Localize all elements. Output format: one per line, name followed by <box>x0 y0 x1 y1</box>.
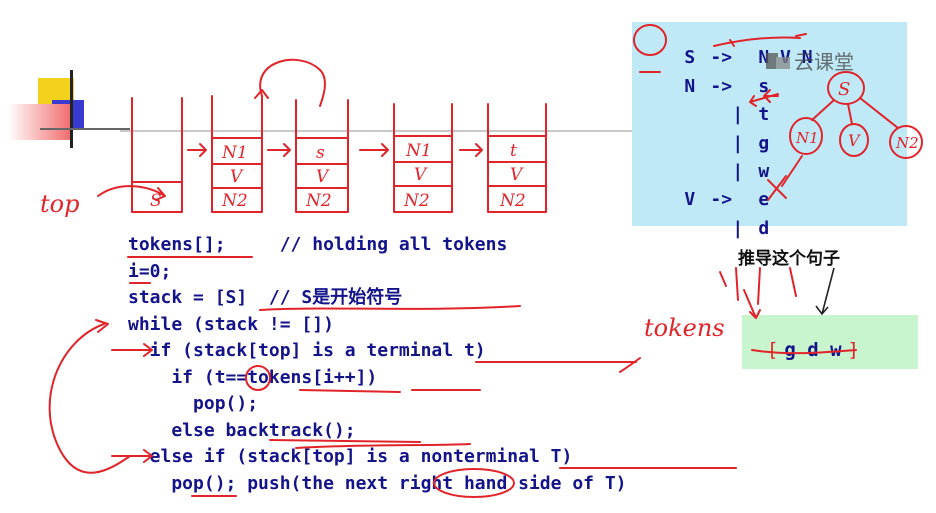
frame-3-cell: s <box>316 143 325 163</box>
frame-5-cell: N2 <box>499 191 526 211</box>
tree-root: S <box>838 79 850 100</box>
stack-frames-sketch <box>97 58 547 213</box>
ink-annotations: top S N1 V N2 s V N2 N1 V N2 t V N2 S N1… <box>40 24 923 498</box>
frame-2-cell: V <box>230 167 244 187</box>
frame-4-cell: V <box>414 165 428 185</box>
frame-2-cell: N2 <box>221 191 248 211</box>
frame-5-cell: t <box>510 141 517 161</box>
stack-frame-contents: S N1 V N2 s V N2 N1 V N2 t V N2 <box>150 141 526 211</box>
frame-1-cell: S <box>150 191 162 211</box>
frame-3-cell: V <box>316 167 330 187</box>
frame-5-cell: V <box>510 165 524 185</box>
grammar-marks <box>633 24 807 107</box>
top-label: top <box>40 190 79 218</box>
tree-child: N1 <box>795 129 819 147</box>
tokens-label: tokens <box>644 314 725 342</box>
lecture-slide: { "watermark": { "text": "云课堂" }, "gramm… <box>0 0 936 513</box>
frame-2-cell: N1 <box>221 143 248 163</box>
frame-3-cell: N2 <box>305 191 332 211</box>
frame-4-cell: N1 <box>405 141 432 161</box>
tree-child: V <box>848 131 861 150</box>
tree-child: N2 <box>895 134 919 152</box>
frame-4-cell: N2 <box>403 191 430 211</box>
code-marks <box>48 256 737 498</box>
